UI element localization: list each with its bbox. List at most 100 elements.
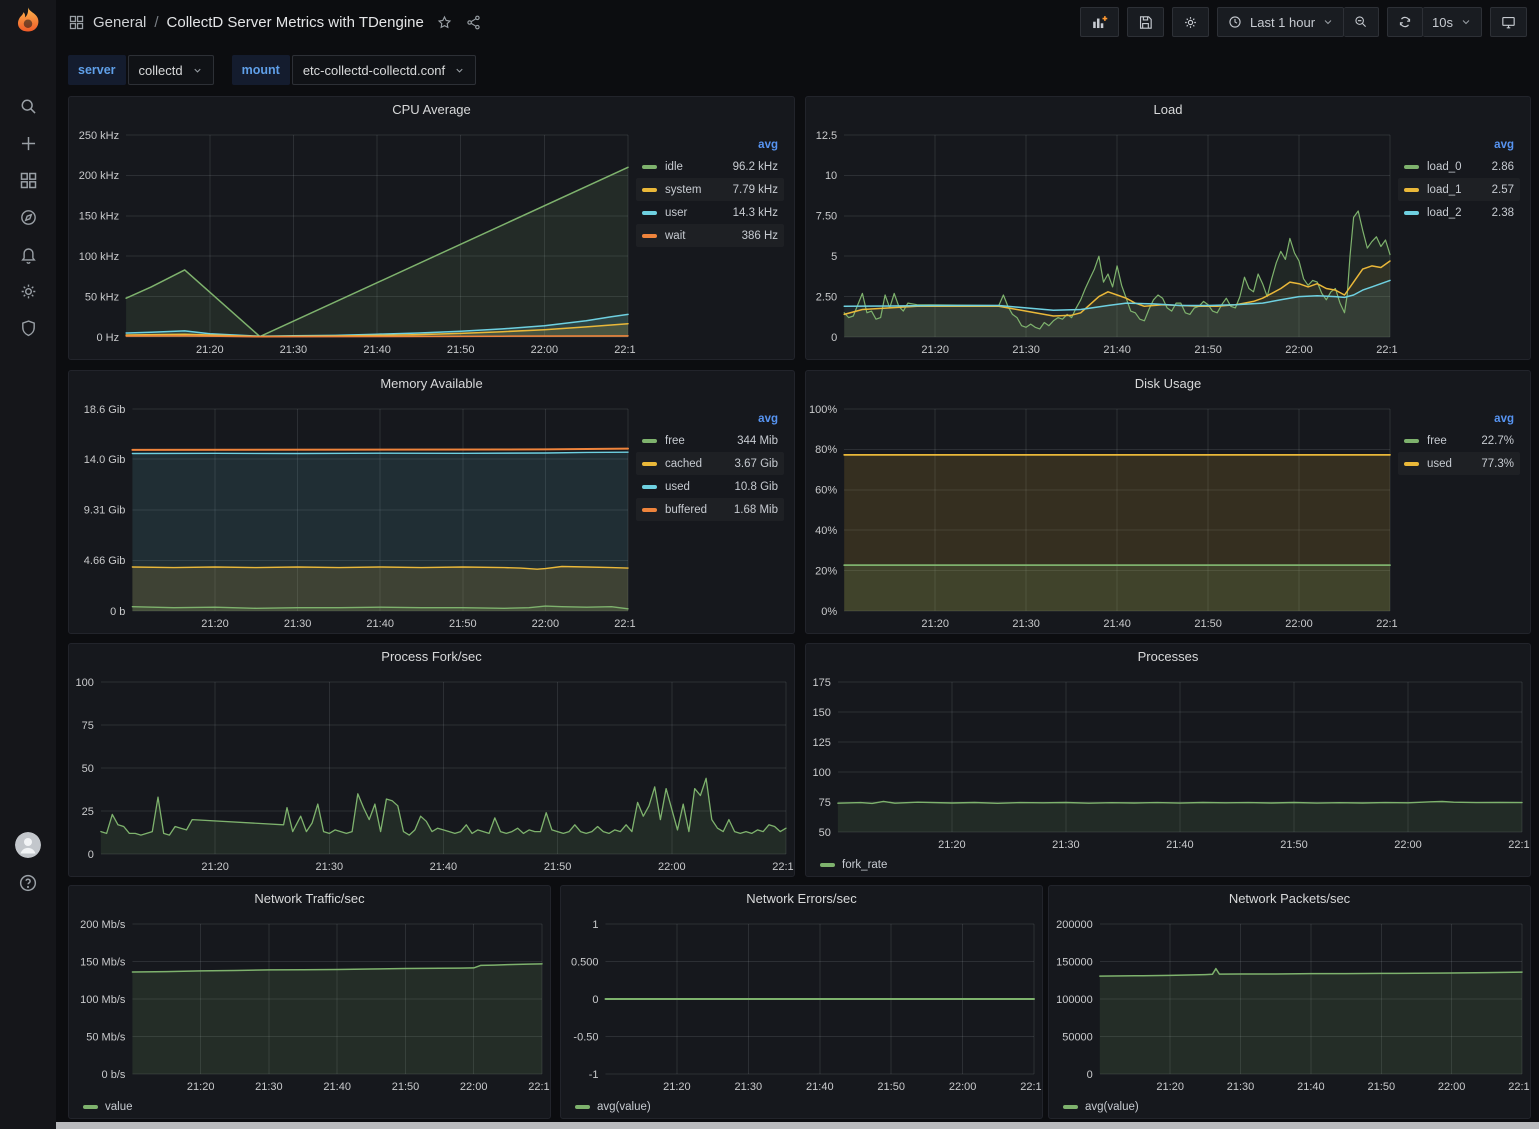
svg-text:22:00: 22:00 [1394, 839, 1422, 851]
settings-gear-icon[interactable] [17, 280, 39, 302]
dashboard-settings-button[interactable] [1172, 7, 1209, 37]
panel-title[interactable]: CPU Average [69, 97, 794, 123]
save-dashboard-button[interactable] [1127, 7, 1164, 37]
legend-item-idle[interactable]: idle96.2 kHz [636, 155, 784, 178]
search-icon[interactable] [17, 95, 39, 117]
legend-item-user[interactable]: user14.3 kHz [636, 201, 784, 224]
legend-avg-header[interactable]: avg [1398, 409, 1520, 429]
legend-item-system[interactable]: system7.79 kHz [636, 178, 784, 201]
legend-item-load_1[interactable]: load_12.57 [1398, 178, 1520, 201]
legend-item-load_2[interactable]: load_22.38 [1398, 201, 1520, 224]
legend-processes: fork_rate [806, 854, 1530, 876]
alerting-bell-icon[interactable] [17, 243, 39, 265]
avatar[interactable] [15, 832, 41, 858]
svg-text:150: 150 [813, 707, 831, 719]
legend-item-free[interactable]: free344 Mib [636, 429, 784, 452]
help-icon[interactable] [17, 872, 39, 894]
panel-title[interactable]: Disk Usage [806, 371, 1530, 397]
legend-net-packets: avg(value) [1049, 1096, 1530, 1118]
legend-item-fork_rate[interactable]: fork_rate [820, 859, 887, 871]
panel-title[interactable]: Network Traffic/sec [69, 886, 550, 912]
svg-text:21:40: 21:40 [1166, 839, 1194, 851]
panel-title[interactable]: Network Packets/sec [1049, 886, 1530, 912]
refresh-button[interactable] [1387, 7, 1423, 37]
legend-series-name: load_1 [1427, 184, 1462, 196]
dashboards-icon[interactable] [17, 169, 39, 191]
timeseries-chart-memory[interactable]: 0 b4.66 Gib9.31 Gib14.0 Gib18.6 Gib21:20… [69, 397, 636, 633]
legend-series-name: load_2 [1427, 207, 1462, 219]
svg-text:0 b/s: 0 b/s [102, 1069, 126, 1081]
add-panel-button[interactable] [1080, 7, 1119, 37]
legend-series-name: free [1427, 435, 1447, 447]
timeseries-chart-processes[interactable]: 507510012515017521:2021:3021:4021:5022:0… [806, 670, 1530, 854]
timeseries-chart-disk[interactable]: 0%20%40%60%80%100%21:2021:3021:4021:5022… [806, 397, 1398, 633]
timeseries-chart-cpu[interactable]: 0 Hz50 kHz100 kHz150 kHz200 kHz250 kHz21… [69, 123, 636, 359]
svg-text:200 Mb/s: 200 Mb/s [80, 919, 126, 931]
svg-text:21:20: 21:20 [921, 344, 949, 356]
zoom-out-button[interactable] [1344, 7, 1379, 37]
legend-avg-header[interactable]: avg [636, 135, 784, 155]
panel-title[interactable]: Memory Available [69, 371, 794, 397]
series-color-swatch [83, 1105, 98, 1109]
legend-series-value: 77.3% [1481, 458, 1514, 470]
legend-item-wait[interactable]: wait386 Hz [636, 224, 784, 247]
svg-text:21:50: 21:50 [1280, 839, 1308, 851]
svg-text:21:50: 21:50 [1368, 1081, 1396, 1093]
legend-item-avg(value)[interactable]: avg(value) [575, 1101, 651, 1113]
plus-icon[interactable] [17, 132, 39, 154]
breadcrumb-folder[interactable]: General [93, 14, 146, 31]
timeseries-chart-fork[interactable]: 025507510021:2021:3021:4021:5022:0022:10 [69, 670, 794, 876]
panel-title[interactable]: Network Errors/sec [561, 886, 1042, 912]
refresh-interval-dropdown[interactable]: 10s [1423, 7, 1482, 37]
legend-item-buffered[interactable]: buffered1.68 Mib [636, 498, 784, 521]
svg-text:21:30: 21:30 [280, 344, 308, 356]
svg-text:22:10: 22:10 [1020, 1081, 1042, 1093]
legend-avg-header[interactable]: avg [1398, 135, 1520, 155]
legend-net-traffic: value [69, 1096, 550, 1118]
legend-series-name: wait [665, 230, 685, 242]
panel-title[interactable]: Load [806, 97, 1530, 123]
variable-value-server[interactable]: collectd [128, 55, 214, 85]
legend-item-used[interactable]: used10.8 Gib [636, 475, 784, 498]
legend-item-free[interactable]: free22.7% [1398, 429, 1520, 452]
legend-item-value[interactable]: value [83, 1101, 133, 1113]
svg-text:4.66 Gib: 4.66 Gib [84, 555, 126, 567]
timeseries-chart-net-traffic[interactable]: 0 b/s50 Mb/s100 Mb/s150 Mb/s200 Mb/s21:2… [69, 912, 550, 1096]
legend-item-cached[interactable]: cached3.67 Gib [636, 452, 784, 475]
legend-item-avg(value)[interactable]: avg(value) [1063, 1101, 1139, 1113]
variable-value-mount[interactable]: etc-collectd-collectd.conf [292, 55, 476, 85]
legend-item-load_0[interactable]: load_02.86 [1398, 155, 1520, 178]
panel-title[interactable]: Process Fork/sec [69, 644, 794, 670]
share-icon[interactable] [465, 14, 482, 31]
admin-shield-icon[interactable] [17, 317, 39, 339]
svg-text:21:50: 21:50 [1194, 344, 1222, 356]
svg-text:2.50: 2.50 [816, 291, 837, 303]
time-range-picker[interactable]: Last 1 hour [1217, 7, 1344, 37]
svg-text:22:00: 22:00 [531, 344, 559, 356]
horizontal-scrollbar[interactable] [56, 1122, 1539, 1129]
variable-mount: mount etc-collectd-collectd.conf [232, 55, 477, 85]
grafana-logo[interactable] [11, 5, 45, 39]
explore-compass-icon[interactable] [17, 206, 39, 228]
svg-text:18.6 Gib: 18.6 Gib [84, 404, 126, 416]
legend-item-used[interactable]: used77.3% [1398, 452, 1520, 475]
panel-disk-usage: Disk Usage 0%20%40%60%80%100%21:2021:302… [805, 370, 1531, 634]
svg-text:21:20: 21:20 [938, 839, 966, 851]
series-color-swatch [642, 508, 657, 512]
svg-text:12.5: 12.5 [816, 130, 837, 142]
timeseries-chart-net-errors[interactable]: -1-0.5000.500121:2021:3021:4021:5022:002… [561, 912, 1042, 1096]
panel-network-errors: Network Errors/sec -1-0.5000.500121:2021… [560, 885, 1043, 1119]
timeseries-chart-load[interactable]: 02.5057.501012.521:2021:3021:4021:5022:0… [806, 123, 1398, 359]
svg-text:21:20: 21:20 [187, 1081, 215, 1093]
kiosk-mode-button[interactable] [1490, 7, 1527, 37]
svg-text:21:30: 21:30 [1227, 1081, 1255, 1093]
svg-text:50000: 50000 [1062, 1031, 1093, 1043]
timeseries-chart-net-packets[interactable]: 05000010000015000020000021:2021:3021:402… [1049, 912, 1530, 1096]
series-color-swatch [1404, 165, 1419, 169]
svg-text:7.50: 7.50 [816, 211, 837, 223]
star-icon[interactable] [436, 14, 453, 31]
panel-cpu-average: CPU Average 0 Hz50 kHz100 kHz150 kHz200 … [68, 96, 795, 360]
legend-avg-header[interactable]: avg [636, 409, 784, 429]
series-color-swatch [642, 211, 657, 215]
panel-title[interactable]: Processes [806, 644, 1530, 670]
